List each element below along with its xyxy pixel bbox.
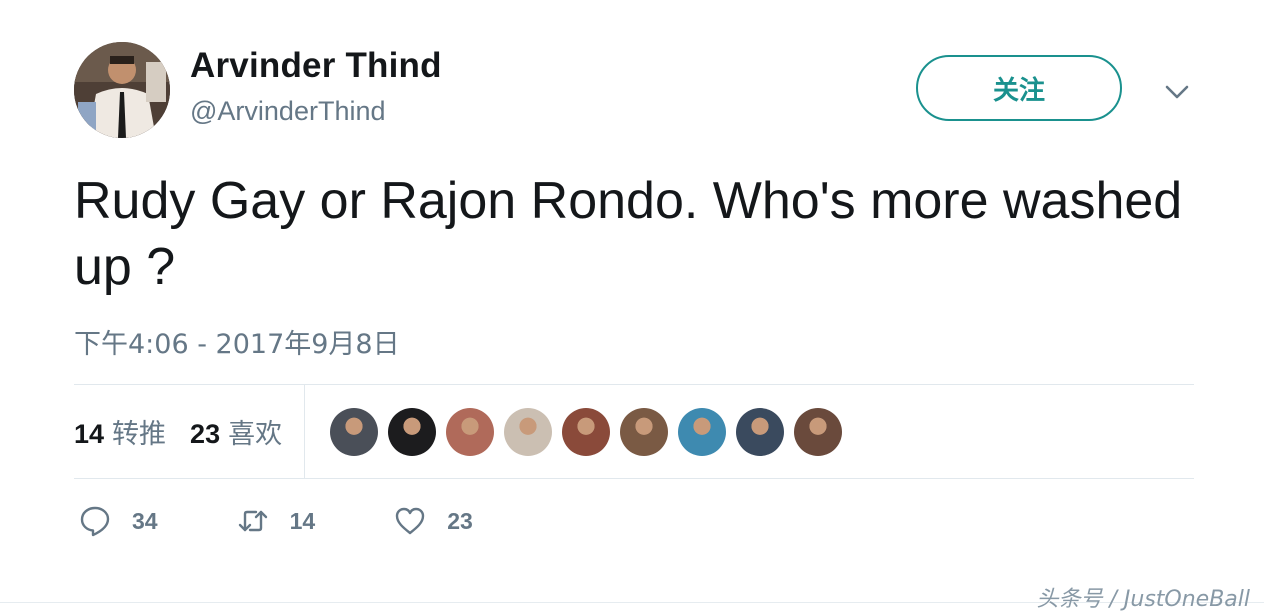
liker-avatar[interactable] [504, 408, 552, 456]
retweets-count: 14 [74, 419, 105, 449]
like-action[interactable]: 23 [393, 504, 473, 538]
reply-count: 34 [132, 507, 158, 534]
retweet-arrows-icon[interactable] [236, 504, 270, 538]
liker-avatar[interactable] [736, 408, 784, 456]
liker-avatar[interactable] [562, 408, 610, 456]
reply-action[interactable]: 34 [78, 504, 158, 538]
divider [74, 478, 1194, 479]
user-handle[interactable]: @ArvinderThind [190, 96, 386, 127]
liker-avatars [330, 408, 852, 456]
watermark: 头条号 / JustOneBall [1036, 587, 1250, 612]
liker-avatar[interactable] [678, 408, 726, 456]
liker-avatar[interactable] [620, 408, 668, 456]
liker-avatar[interactable] [330, 408, 378, 456]
avatar-photo [74, 42, 170, 138]
user-avatar[interactable] [74, 42, 170, 138]
retweet-count: 14 [289, 507, 316, 534]
retweet-action[interactable]: 14 [236, 504, 316, 538]
like-count: 23 [447, 507, 473, 534]
likes-label: 喜欢 [228, 419, 283, 450]
tweet-text: Rudy Gay or Rajon Rondo. Who's more wash… [74, 172, 1183, 296]
liker-avatar[interactable] [388, 408, 436, 456]
retweets-stat[interactable]: 14 转推 [74, 412, 166, 451]
speech-bubble-icon[interactable] [78, 504, 112, 538]
stats-separator [304, 385, 305, 478]
retweets-label: 转推 [112, 419, 167, 450]
chevron-down-icon[interactable] [1160, 78, 1194, 106]
tweet-actions: 34 14 23 [78, 504, 551, 538]
display-name[interactable]: Arvinder Thind [190, 46, 442, 86]
liker-avatar[interactable] [794, 408, 842, 456]
tweet-timestamp[interactable]: 下午4:06 - 2017年9月8日 [74, 322, 400, 361]
heart-outline-icon[interactable] [393, 504, 427, 538]
likes-stat[interactable]: 23 喜欢 [190, 412, 282, 451]
likes-count: 23 [190, 419, 221, 449]
tweet-stats: 14 转推 23 喜欢 [74, 385, 306, 478]
follow-button[interactable]: 关注 [916, 55, 1122, 121]
liker-avatar[interactable] [446, 408, 494, 456]
